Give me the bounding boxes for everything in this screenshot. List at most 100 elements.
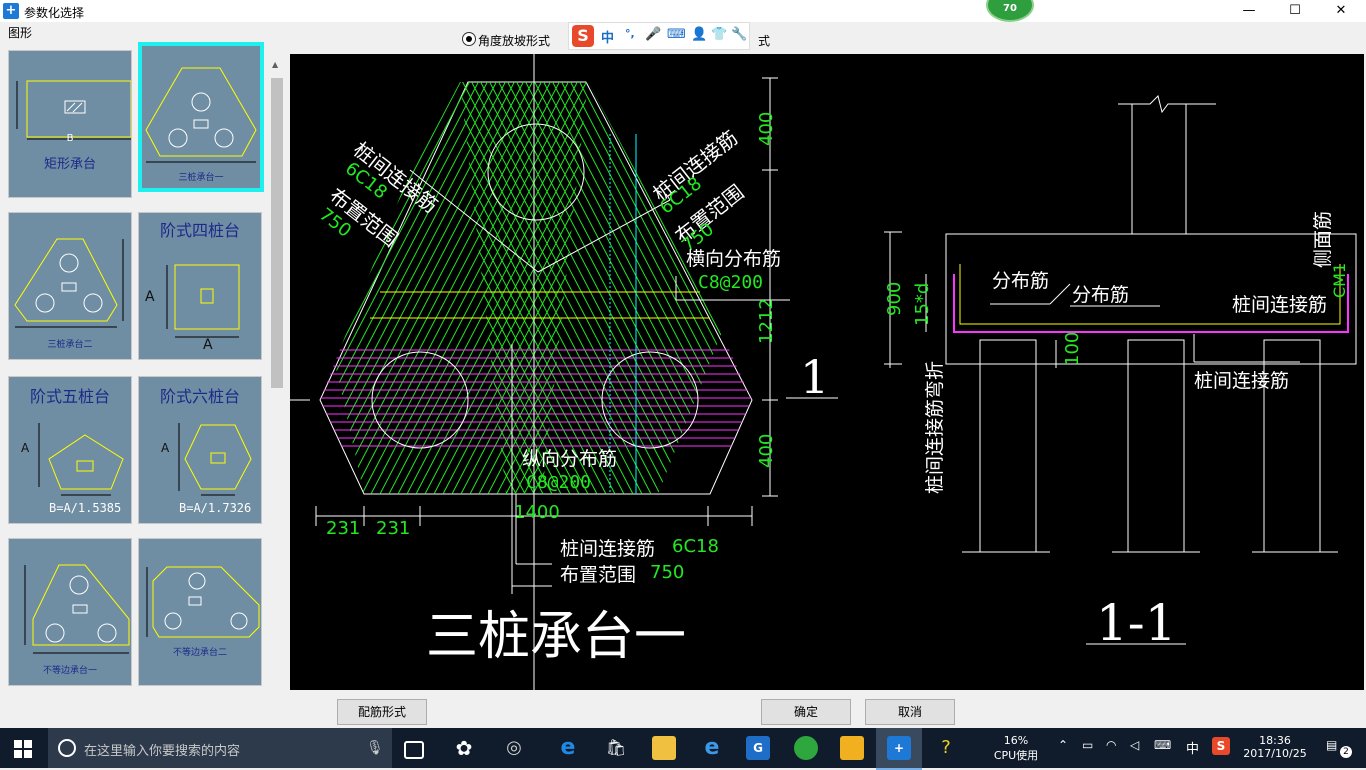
app-icon: + xyxy=(3,3,19,19)
clock[interactable]: 18:36 2017/10/25 xyxy=(1240,734,1310,760)
hatch-line xyxy=(328,82,359,494)
help-app-icon[interactable]: ? xyxy=(934,736,958,760)
thumbnail-scrollbar[interactable]: ▲ xyxy=(268,56,286,712)
drawing-title-right: 1-1 xyxy=(1096,594,1177,652)
search-placeholder: 在这里输入你要搜索的内容 xyxy=(84,744,241,759)
thumb-stepped-five-pile[interactable]: 阶式五桩台 A B=A/1.5385 xyxy=(8,376,132,524)
label-bottom-spec: 6C18 xyxy=(672,536,719,557)
thumb-caption: 不等边承台二 xyxy=(172,648,227,658)
form-options-bar: 角度放坡形式 式 xyxy=(290,22,1366,54)
volume-icon[interactable]: ◁ xyxy=(1130,738,1139,752)
label-horizontal-spec: C8@200 xyxy=(698,272,764,293)
ok-button[interactable]: 确定 xyxy=(761,699,851,725)
thumb-caption: 阶式六桩台 xyxy=(159,387,240,406)
scrollbar-thumb[interactable] xyxy=(271,78,283,388)
thumb-formula: B=A/1.7326 xyxy=(179,501,252,515)
thumb-dim-b: B xyxy=(66,133,74,144)
wifi-icon[interactable]: ◠ xyxy=(1106,738,1116,752)
taskbar: 在这里输入你要搜索的内容 🎙 ✿ ◎ e 🛍 e G + ? 16% CPU使用… xyxy=(0,728,1366,770)
drawing-canvas[interactable]: 桩间连接筋 6C18 布置范围 750 桩间连接筋 6C18 布置范围 750 … xyxy=(290,54,1364,690)
dim-100: 100 xyxy=(1062,331,1083,366)
maximize-button[interactable]: ☐ xyxy=(1272,0,1318,22)
pinwheel-icon[interactable]: ✿ xyxy=(452,736,476,760)
thumb-caption: 矩形承台 xyxy=(43,157,96,172)
hatch-line xyxy=(290,54,291,494)
active-app-slot[interactable]: + xyxy=(876,728,922,770)
hatch-line xyxy=(328,82,332,494)
task-view-icon[interactable] xyxy=(404,741,424,759)
clock-date: 2017/10/25 xyxy=(1243,747,1307,760)
hatch-line xyxy=(290,54,309,494)
store-icon[interactable]: 🛍 xyxy=(604,736,628,760)
cpu-label: CPU使用 xyxy=(993,749,1039,762)
thumb-stepped-six-pile[interactable]: 阶式六桩台 A B=A/1.7326 xyxy=(138,376,262,524)
ime-lang-toggle[interactable]: 中 xyxy=(601,27,614,46)
sogou-tray-icon[interactable]: S xyxy=(1212,737,1230,755)
battery-icon[interactable]: ▭ xyxy=(1082,738,1093,752)
microphone-icon[interactable]: 🎤 xyxy=(645,27,661,42)
thumb-caption: 三桩承台二 xyxy=(47,340,93,350)
windows-start-icon[interactable] xyxy=(14,740,32,758)
keyboard-icon[interactable]: ⌨ xyxy=(667,27,686,42)
ime-toolbar[interactable]: S 中 °, 🎤 ⌨ 👤 👕 🔧 xyxy=(568,22,750,50)
dim-231-b: 231 xyxy=(376,518,411,539)
file-explorer-icon[interactable] xyxy=(652,736,676,760)
sogou-logo-icon: S xyxy=(572,25,594,47)
thumb-dim-a: A xyxy=(145,289,155,305)
tray-expand-icon[interactable]: ⌃ xyxy=(1058,738,1068,752)
hatch-line xyxy=(754,54,984,494)
taskbar-search[interactable]: 在这里输入你要搜索的内容 🎙 xyxy=(48,728,392,768)
thumb-dim-a: A xyxy=(161,441,170,455)
label-bottom-range: 布置范围 xyxy=(560,564,637,586)
hatch-line xyxy=(290,54,399,494)
thumb-unequal-cap-2[interactable]: 不等边承台二 xyxy=(138,538,262,686)
hatch-line xyxy=(290,54,453,494)
clock-time: 18:36 xyxy=(1259,734,1291,747)
cpu-meter[interactable]: 16% CPU使用 xyxy=(988,734,1044,763)
shape-panel: 图形 B 矩形承台 三桩承台一 三桩承台二 阶式四桩台 A A 阶式五桩台 A … xyxy=(0,22,288,712)
thumb-rect-cap[interactable]: B 矩形承台 xyxy=(8,50,132,198)
edge-browser-icon[interactable]: e xyxy=(556,736,580,760)
thumb-stepped-four-pile[interactable]: 阶式四桩台 A A xyxy=(138,212,262,360)
label-side-bar: 侧面筋 xyxy=(1312,210,1334,268)
hatch-line xyxy=(290,54,336,494)
label-cm1: CM1 xyxy=(1330,262,1349,298)
rebar-form-button[interactable]: 配筋形式 xyxy=(337,699,427,725)
wrench-icon[interactable]: 🔧 xyxy=(731,27,747,42)
close-button[interactable]: ✕ xyxy=(1318,0,1364,22)
hatch-line xyxy=(781,54,1011,494)
radio-angle-slope-label[interactable]: 角度放坡形式 xyxy=(478,32,550,49)
dialog-button-bar: 配筋形式 确定 取消 xyxy=(0,694,1366,728)
radio-other-label[interactable]: 式 xyxy=(758,32,770,49)
swirl-icon[interactable]: ◎ xyxy=(502,736,526,760)
keyboard-tray-icon[interactable]: ⌨ xyxy=(1154,738,1171,752)
hatch-line xyxy=(460,82,499,494)
ime-language-indicator[interactable]: 中 xyxy=(1186,738,1199,757)
scroll-up-icon[interactable]: ▲ xyxy=(272,60,278,69)
hatch-line xyxy=(290,54,295,494)
ie-browser-icon[interactable]: e xyxy=(700,736,724,760)
hatch-line xyxy=(328,82,368,494)
thumb-dim-a: A xyxy=(21,441,30,455)
radio-angle-slope[interactable] xyxy=(462,32,476,46)
hatch-line xyxy=(290,54,313,494)
thumb-unequal-cap-1[interactable]: 不等边承台一 xyxy=(8,538,132,686)
notes-app-icon[interactable] xyxy=(840,736,864,760)
thumb-three-pile-cap-2[interactable]: 三桩承台二 xyxy=(8,212,132,360)
drawing-title-left: 三桩承台一 xyxy=(426,607,687,667)
thumb-caption: 阶式五桩台 xyxy=(29,387,110,406)
user-icon[interactable]: 👤 xyxy=(691,27,707,42)
shirt-icon[interactable]: 👕 xyxy=(711,27,727,42)
microphone-icon[interactable]: 🎙 xyxy=(366,740,384,756)
thumb-three-pile-cap-1[interactable]: 三桩承台一 xyxy=(138,42,264,192)
cancel-button[interactable]: 取消 xyxy=(865,699,955,725)
hatch-line xyxy=(460,82,463,494)
ime-punct-toggle[interactable]: °, xyxy=(625,27,635,40)
minimize-button[interactable]: — xyxy=(1226,0,1272,22)
app-g-icon[interactable]: G xyxy=(746,736,770,760)
hatch-line xyxy=(290,54,354,494)
green-app-icon[interactable] xyxy=(794,736,818,760)
dim-400-top: 400 xyxy=(756,111,777,146)
notification-center-icon[interactable]: ▤ xyxy=(1326,738,1337,752)
hatch-line xyxy=(328,82,422,494)
